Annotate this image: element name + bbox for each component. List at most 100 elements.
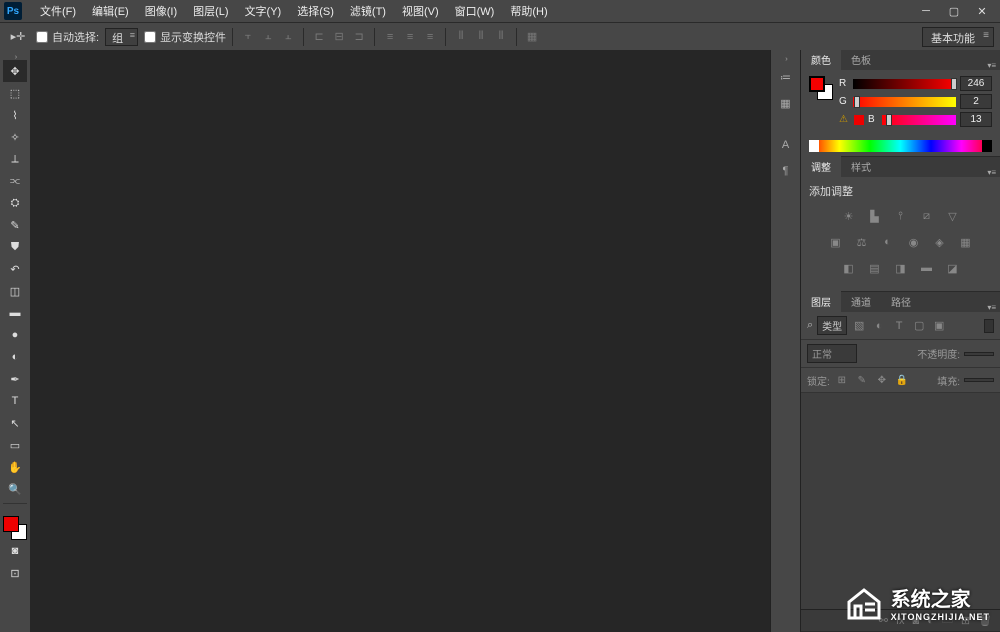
tab-channels[interactable]: 通道 [841, 291, 881, 312]
menu-file[interactable]: 文件(F) [32, 0, 84, 22]
add-mask-icon[interactable]: ◙ [913, 615, 920, 627]
b-value-input[interactable]: 13 [960, 112, 992, 127]
hue-ramp[interactable] [809, 140, 992, 152]
lock-position-icon[interactable]: ✥ [874, 372, 890, 388]
menu-type[interactable]: 文字(Y) [237, 0, 290, 22]
menu-help[interactable]: 帮助(H) [502, 0, 555, 22]
gradient-tool-icon[interactable]: ▬ [3, 302, 27, 324]
align-top-icon[interactable]: ⫟ [239, 28, 257, 46]
maximize-button[interactable]: ▢ [940, 2, 968, 20]
dist-vcenter-icon[interactable]: ≡ [401, 28, 419, 46]
curves-icon[interactable]: ⫯ [892, 207, 910, 225]
screen-mode-icon[interactable]: ⊡ [3, 562, 27, 584]
new-adjustment-icon[interactable]: ◐ [927, 615, 934, 627]
link-layers-icon[interactable]: ⚯ [879, 614, 888, 627]
quick-mask-icon[interactable]: ◙ [3, 540, 27, 562]
fill-input[interactable] [964, 378, 994, 382]
tab-color[interactable]: 颜色 [801, 49, 841, 70]
menu-window[interactable]: 窗口(W) [447, 0, 503, 22]
lock-transparent-icon[interactable]: ⊞ [834, 372, 850, 388]
layer-list[interactable] [801, 393, 1000, 609]
brush-tool-icon[interactable]: ✎ [3, 214, 27, 236]
tab-layers[interactable]: 图层 [801, 291, 841, 312]
shape-tool-icon[interactable]: ▭ [3, 434, 27, 456]
color-lookup-icon[interactable]: ▦ [957, 233, 975, 251]
opacity-input[interactable] [964, 352, 994, 356]
close-button[interactable]: ✕ [968, 2, 996, 20]
tool-preset-icon[interactable]: ▸✛ [6, 27, 30, 47]
eraser-tool-icon[interactable]: ◫ [3, 280, 27, 302]
tab-styles[interactable]: 样式 [841, 156, 881, 177]
invert-icon[interactable]: ◧ [840, 259, 858, 277]
layer-filter-search-icon[interactable]: ⌕ [807, 319, 813, 332]
align-left-icon[interactable]: ⊏ [310, 28, 328, 46]
threshold-icon[interactable]: ◨ [892, 259, 910, 277]
filter-pixel-icon[interactable]: ▧ [851, 318, 867, 334]
marquee-tool-icon[interactable]: ⬚ [3, 82, 27, 104]
new-group-icon[interactable]: 🗀 [942, 611, 953, 630]
dodge-tool-icon[interactable]: ◐ [3, 346, 27, 368]
tab-paths[interactable]: 路径 [881, 291, 921, 312]
lasso-tool-icon[interactable]: ⌇ [3, 104, 27, 126]
crop-tool-icon[interactable]: ⟂ [3, 148, 27, 170]
align-hcenter-icon[interactable]: ⊟ [330, 28, 348, 46]
layer-filter-kind-dropdown[interactable]: 类型 [817, 316, 847, 335]
color-panel-swatches[interactable] [809, 76, 833, 100]
vibrance-icon[interactable]: ▽ [944, 207, 962, 225]
channel-mixer-icon[interactable]: ◈ [931, 233, 949, 251]
black-white-icon[interactable]: ◐ [879, 233, 897, 251]
dock-grabber[interactable] [771, 56, 800, 62]
auto-select-checkbox[interactable]: 自动选择: [36, 29, 99, 45]
align-right-icon[interactable]: ⊐ [350, 28, 368, 46]
show-transform-checkbox[interactable]: 显示变换控件 [144, 29, 226, 45]
menu-filter[interactable]: 滤镜(T) [342, 0, 394, 22]
blend-mode-dropdown[interactable]: 正常 [807, 344, 857, 363]
levels-icon[interactable]: ▙ [866, 207, 884, 225]
r-value-input[interactable]: 246 [960, 76, 992, 91]
dist-top-icon[interactable]: ≡ [381, 28, 399, 46]
type-tool-icon[interactable]: T [3, 390, 27, 412]
align-bottom-icon[interactable]: ⫠ [279, 28, 297, 46]
dist-right-icon[interactable]: ⦀ [492, 28, 510, 46]
dist-left-icon[interactable]: ⦀ [452, 28, 470, 46]
b-slider[interactable] [882, 115, 956, 125]
workspace-dropdown[interactable]: 基本功能 [922, 27, 994, 47]
menu-image[interactable]: 图像(I) [137, 0, 185, 22]
blur-tool-icon[interactable]: ● [3, 324, 27, 346]
path-selection-tool-icon[interactable]: ↖ [3, 412, 27, 434]
align-vcenter-icon[interactable]: ⫠ [259, 28, 277, 46]
selective-color-icon[interactable]: ◪ [944, 259, 962, 277]
menu-view[interactable]: 视图(V) [394, 0, 447, 22]
panel-foreground-swatch[interactable] [809, 76, 825, 92]
new-layer-icon[interactable]: ⊞ [961, 614, 970, 627]
magic-wand-tool-icon[interactable]: ✧ [3, 126, 27, 148]
adjustments-panel-menu-icon[interactable]: ▾≡ [983, 168, 1000, 177]
menu-layer[interactable]: 图层(L) [185, 0, 236, 22]
move-tool-icon[interactable]: ✥ [3, 60, 27, 82]
filter-shape-icon[interactable]: ▢ [911, 318, 927, 334]
clone-stamp-tool-icon[interactable]: ⛊ [3, 236, 27, 258]
canvas[interactable] [30, 50, 770, 632]
delete-layer-icon[interactable]: 🗑 [978, 614, 992, 627]
tab-adjustments[interactable]: 调整 [801, 156, 841, 177]
zoom-tool-icon[interactable]: 🔍 [3, 478, 27, 500]
color-balance-icon[interactable]: ⚖ [853, 233, 871, 251]
hand-tool-icon[interactable]: ✋ [3, 456, 27, 478]
dist-bottom-icon[interactable]: ≡ [421, 28, 439, 46]
filter-toggle[interactable] [984, 319, 994, 333]
hue-sat-icon[interactable]: ▣ [827, 233, 845, 251]
gradient-map-icon[interactable]: ▬ [918, 259, 936, 277]
history-brush-tool-icon[interactable]: ↶ [3, 258, 27, 280]
properties-panel-icon[interactable]: ▦ [775, 92, 797, 114]
filter-smart-icon[interactable]: ▣ [931, 318, 947, 334]
exposure-icon[interactable]: ⧄ [918, 207, 936, 225]
auto-select-dropdown[interactable]: 组 [105, 28, 138, 46]
menu-select[interactable]: 选择(S) [289, 0, 342, 22]
paragraph-panel-icon[interactable]: ¶ [775, 160, 797, 182]
layer-fx-icon[interactable]: fx [896, 615, 905, 627]
eyedropper-tool-icon[interactable]: ⫗ [3, 170, 27, 192]
foreground-color-swatch[interactable] [3, 516, 19, 532]
minimize-button[interactable]: ─ [912, 2, 940, 20]
history-panel-icon[interactable]: ≔ [775, 66, 797, 88]
auto-align-icon[interactable]: ▦ [523, 28, 541, 46]
